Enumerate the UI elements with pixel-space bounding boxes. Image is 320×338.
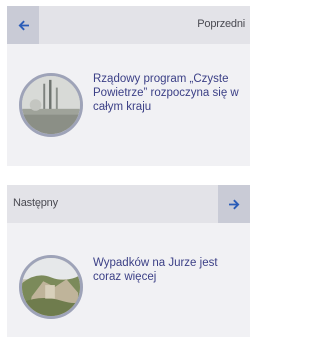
next-post-header[interactable]: Następny <box>7 185 250 223</box>
previous-label[interactable]: Poprzedni <box>197 18 245 30</box>
next-post-title[interactable]: Wypadków na Jurze jest coraz więcej <box>93 256 243 284</box>
next-post-thumbnail[interactable] <box>19 255 83 319</box>
arrow-left-icon <box>18 20 29 30</box>
next-label[interactable]: Następny <box>13 197 58 209</box>
previous-post-title[interactable]: Rządowy program „Czyste Powietrze” rozpo… <box>93 72 243 114</box>
next-post-card: Następny Wypadków na Jurze jest coraz wi… <box>7 185 250 337</box>
next-arrow-button[interactable] <box>218 185 250 223</box>
arrow-right-icon <box>228 199 239 209</box>
previous-post-header[interactable]: Poprzedni <box>7 6 250 44</box>
previous-post-thumbnail[interactable] <box>19 73 83 137</box>
previous-arrow-button[interactable] <box>7 6 39 44</box>
previous-post-card: Poprzedni Rządowy program „Czyste Powiet… <box>7 6 250 166</box>
